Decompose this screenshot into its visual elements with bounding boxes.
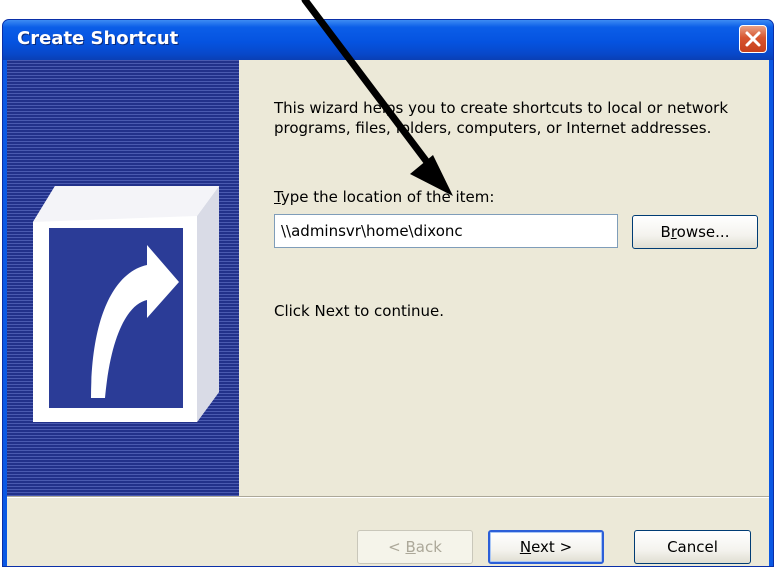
intro-text: This wizard helps you to create shortcut…: [274, 99, 728, 137]
back-label-pre: <: [388, 538, 406, 556]
shortcut-arrow-icon: [33, 186, 219, 422]
wizard-body: This wizard helps you to create shortcut…: [7, 60, 769, 566]
next-button[interactable]: Next >: [488, 530, 604, 564]
back-button[interactable]: < Back: [357, 530, 473, 564]
close-icon: [745, 31, 761, 47]
location-input[interactable]: [274, 214, 618, 248]
close-button[interactable]: [739, 25, 767, 53]
create-shortcut-window: Create Shortcut This wizard helps you to…: [2, 19, 774, 567]
window-title: Create Shortcut: [17, 28, 179, 49]
wizard-content: This wizard helps you to create shortcut…: [239, 60, 769, 496]
back-label-post: ack: [415, 538, 442, 556]
wizard-banner: [7, 60, 239, 496]
back-label-accel: B: [405, 538, 416, 556]
browse-label-post: owse...: [676, 223, 730, 241]
next-label-post: ext >: [531, 538, 573, 556]
location-label-rest: ype the location of the item:: [280, 188, 495, 206]
title-bar[interactable]: Create Shortcut: [3, 20, 773, 60]
next-label-accel: N: [519, 538, 532, 556]
browse-label-pre: B: [660, 223, 671, 241]
cancel-button[interactable]: Cancel: [634, 530, 751, 564]
continue-text: Click Next to continue.: [274, 302, 445, 320]
footer-separator: [7, 496, 769, 498]
browse-button[interactable]: Browse...: [632, 215, 758, 249]
location-label-accel: T: [274, 188, 281, 206]
location-label: Type the location of the item:: [274, 188, 494, 206]
